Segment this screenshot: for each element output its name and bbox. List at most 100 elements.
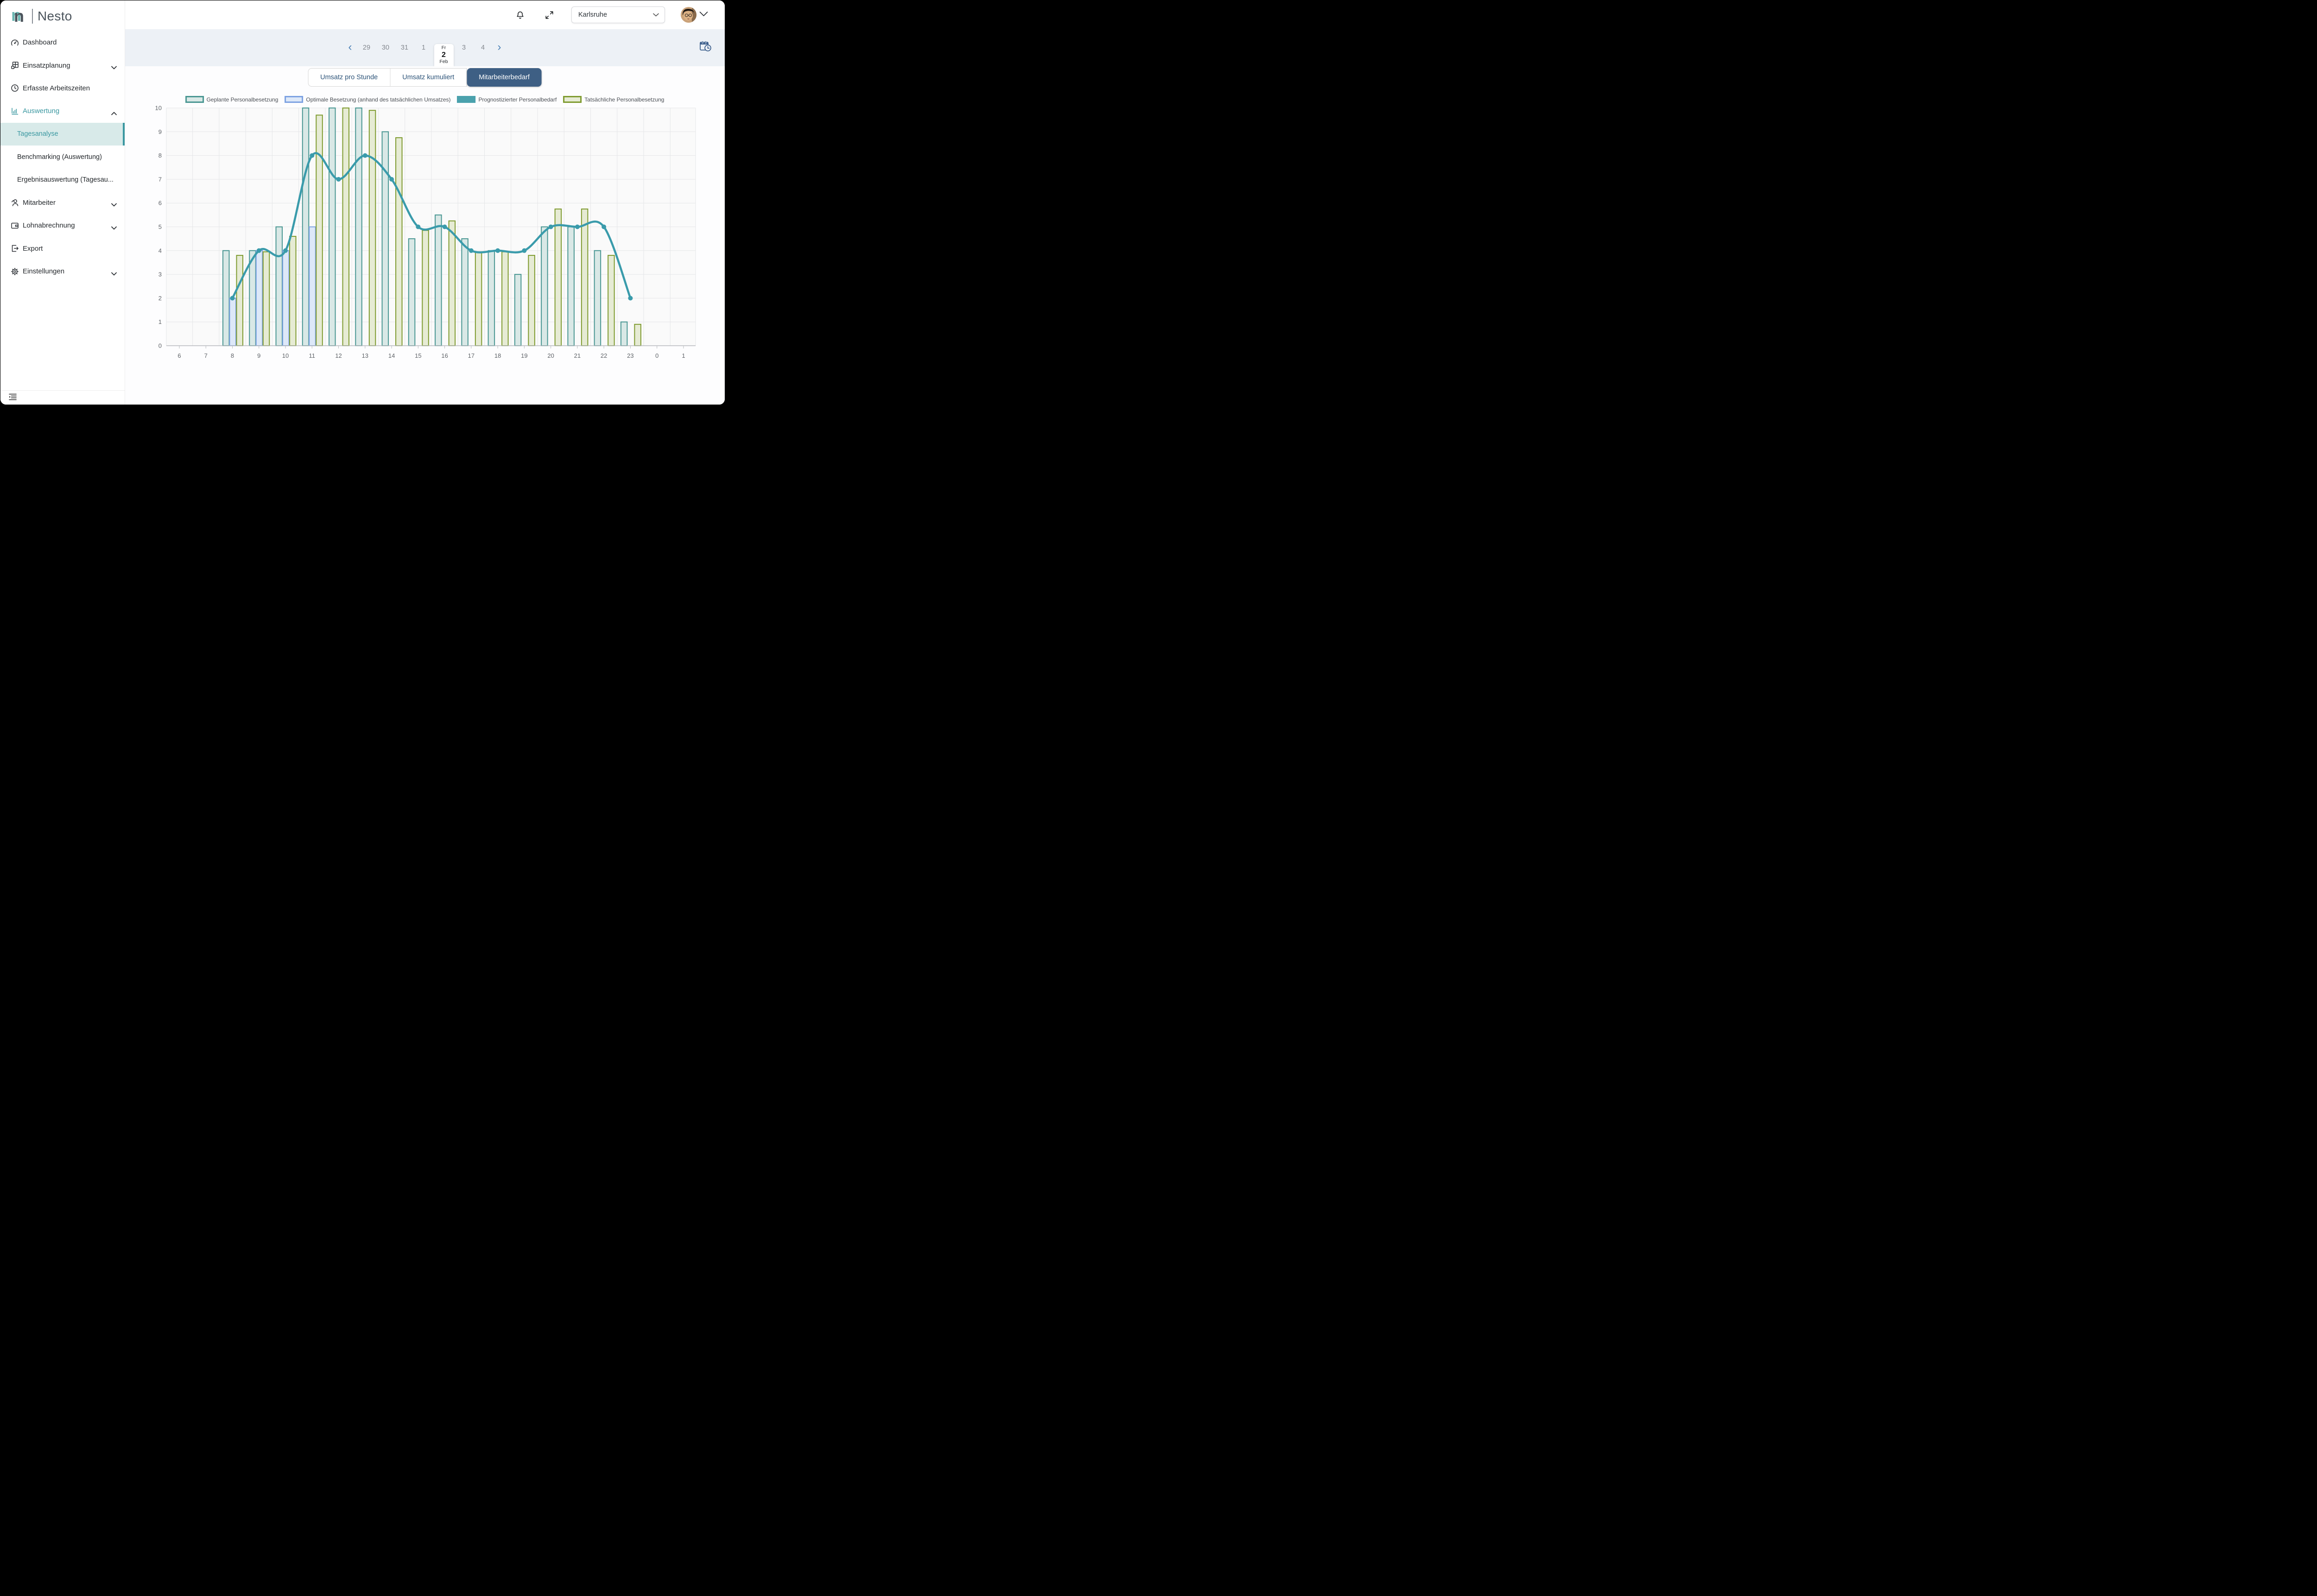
chevron-up-icon: [111, 109, 117, 117]
svg-text:19: 19: [521, 352, 527, 359]
user-menu-chevron-icon[interactable]: [699, 11, 708, 19]
sidebar-item-einstellungen[interactable]: Einstellungen: [0, 260, 125, 283]
user-edit-icon: [10, 198, 19, 207]
svg-text:15: 15: [415, 352, 421, 359]
svg-text:1: 1: [682, 352, 685, 359]
notifications-bell-icon[interactable]: [516, 11, 525, 22]
chevron-down-icon: [653, 13, 659, 17]
date-navigation-bar: ‹ 29 30 31 1 Fr 2 Feb 3 4 ›: [125, 29, 725, 66]
user-avatar[interactable]: [681, 7, 696, 23]
svg-text:5: 5: [158, 223, 162, 230]
analysis-panel: Umsatz pro Stunde Umsatz kumuliert Mitar…: [125, 66, 725, 405]
svg-text:0: 0: [655, 352, 658, 359]
chevron-down-icon: [111, 63, 117, 71]
sidebar-item-dashboard[interactable]: Dashboard: [0, 31, 125, 54]
sidebar-item-ergebnisauswertung[interactable]: Ergebnisauswertung (Tagesau...: [0, 168, 125, 191]
clock-icon: [10, 83, 19, 93]
location-select-value: Karlsruhe: [578, 11, 607, 19]
app-window: nn Nesto Dashboard Einsatzplanung Erfass…: [0, 0, 725, 405]
chart-legend: Geplante Personalbesetzung Optimale Bese…: [185, 96, 665, 103]
legend-prognostizierter-personalbedarf[interactable]: Prognostizierter Personalbedarf: [457, 96, 557, 103]
date-3[interactable]: 3: [455, 44, 474, 51]
sidebar-item-auswertung[interactable]: Auswertung: [0, 100, 125, 122]
svg-text:7: 7: [204, 352, 208, 359]
svg-text:9: 9: [158, 128, 162, 135]
svg-text:8: 8: [158, 152, 162, 159]
next-day-chevron[interactable]: ›: [493, 42, 506, 54]
planning-grid-icon: [10, 61, 19, 70]
sidebar-footer: [0, 390, 125, 405]
svg-text:2: 2: [158, 295, 162, 302]
fullscreen-icon[interactable]: [545, 11, 553, 21]
sidebar-nav: Dashboard Einsatzplanung Erfasste Arbeit…: [0, 31, 125, 283]
svg-text:16: 16: [441, 352, 448, 359]
legend-geplante-personalbesetzung[interactable]: Geplante Personalbesetzung: [185, 96, 279, 103]
svg-text:11: 11: [309, 352, 316, 359]
sidebar-item-lohnabrechnung[interactable]: Lohnabrechnung: [0, 214, 125, 237]
selected-weekday: Fr: [442, 45, 446, 51]
date-1[interactable]: 1: [414, 44, 433, 51]
legend-swatch-optimale: [285, 96, 303, 103]
svg-text:23: 23: [627, 352, 633, 359]
legend-swatch-tatsaechliche: [563, 96, 582, 103]
sidebar-item-mitarbeiter[interactable]: Mitarbeiter: [0, 191, 125, 214]
staffing-chart[interactable]: 0123456789106789101112131415161718192021…: [143, 105, 700, 365]
date-29[interactable]: 29: [357, 44, 376, 51]
legend-optimale-besetzung[interactable]: Optimale Besetzung (anhand des tatsächli…: [285, 96, 450, 103]
legend-swatch-prognostizierter: [457, 96, 476, 103]
date-30[interactable]: 30: [376, 44, 395, 51]
svg-text:20: 20: [547, 352, 554, 359]
date-navigation: ‹ 29 30 31 1 Fr 2 Feb 3 4 ›: [343, 29, 506, 66]
svg-text:10: 10: [155, 105, 162, 112]
svg-text:17: 17: [468, 352, 475, 359]
brand-name: Nesto: [38, 9, 72, 24]
sidebar-item-benchmarking[interactable]: Benchmarking (Auswertung): [0, 146, 125, 168]
date-4[interactable]: 4: [474, 44, 493, 51]
svg-text:6: 6: [177, 352, 181, 359]
svg-text:12: 12: [335, 352, 342, 359]
chevron-down-icon: [111, 270, 117, 278]
avatar-image: [681, 7, 696, 23]
svg-text:7: 7: [158, 176, 162, 183]
sidebar-item-erfasste-arbeitszeiten[interactable]: Erfasste Arbeitszeiten: [0, 77, 125, 100]
brand-mark-icon: nn: [13, 7, 27, 25]
svg-text:9: 9: [257, 352, 260, 359]
date-31[interactable]: 31: [395, 44, 414, 51]
prev-day-chevron[interactable]: ‹: [343, 42, 357, 54]
svg-text:21: 21: [574, 352, 581, 359]
dashboard-icon: [10, 38, 19, 47]
selected-date-card[interactable]: Fr 2 Feb: [434, 44, 454, 66]
chevron-down-icon: [111, 201, 117, 209]
svg-text:1: 1: [158, 318, 162, 325]
svg-text:6: 6: [158, 200, 162, 207]
bar-chart-icon: [10, 107, 19, 116]
svg-text:10: 10: [282, 352, 289, 359]
wallet-icon: [10, 221, 19, 230]
gear-icon: [10, 267, 19, 276]
selected-month: Feb: [439, 59, 448, 65]
location-select[interactable]: Karlsruhe: [571, 6, 665, 23]
tab-umsatz-pro-stunde[interactable]: Umsatz pro Stunde: [308, 68, 390, 87]
svg-text:18: 18: [494, 352, 501, 359]
collapse-sidebar-icon[interactable]: [9, 393, 17, 403]
svg-text:13: 13: [362, 352, 368, 359]
sidebar-item-tagesanalyse[interactable]: Tagesanalyse: [0, 123, 125, 146]
svg-text:3: 3: [158, 271, 162, 278]
sidebar: nn Nesto Dashboard Einsatzplanung Erfass…: [0, 0, 125, 405]
tab-mitarbeiterbedarf[interactable]: Mitarbeiterbedarf: [467, 68, 542, 87]
legend-tatsaechliche-personalbesetzung[interactable]: Tatsächliche Personalbesetzung: [563, 96, 664, 103]
sidebar-item-export[interactable]: Export: [0, 237, 125, 260]
svg-text:0: 0: [158, 342, 162, 349]
brand-logo: nn Nesto: [13, 6, 72, 26]
legend-swatch-geplante: [185, 96, 204, 103]
chevron-down-icon: [111, 224, 117, 232]
chart-tabs: Umsatz pro Stunde Umsatz kumuliert Mitar…: [308, 68, 542, 87]
svg-text:8: 8: [231, 352, 234, 359]
logo-divider: [32, 9, 33, 24]
staffing-chart-canvas: 0123456789106789101112131415161718192021…: [143, 105, 700, 363]
selected-day: 2: [442, 51, 446, 59]
tab-umsatz-kumuliert[interactable]: Umsatz kumuliert: [390, 68, 467, 87]
sidebar-item-einsatzplanung[interactable]: Einsatzplanung: [0, 54, 125, 76]
svg-text:14: 14: [388, 352, 395, 359]
calendar-clock-icon[interactable]: [699, 40, 712, 55]
